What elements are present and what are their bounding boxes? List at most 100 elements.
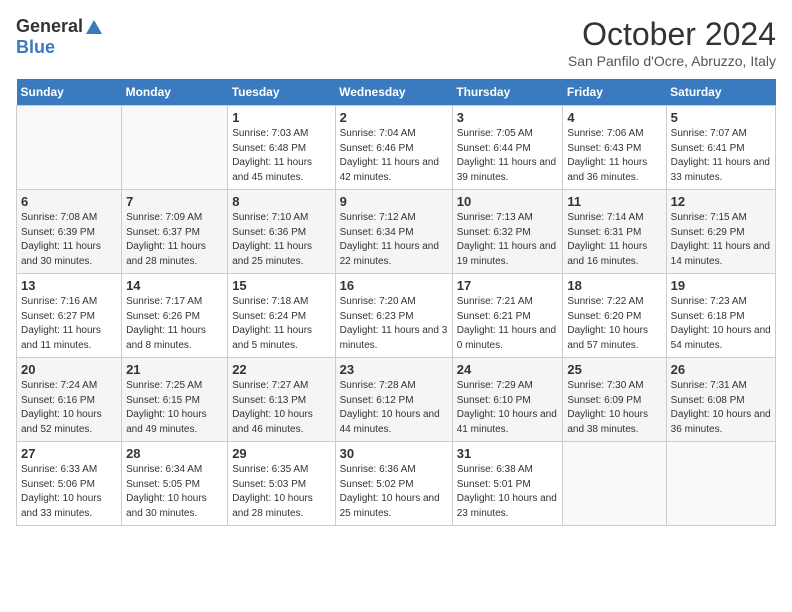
calendar-cell: 17 Sunrise: 7:21 AM Sunset: 6:21 PM Dayli… [452,274,563,358]
day-info: Sunrise: 7:03 AM Sunset: 6:48 PM Dayligh… [232,127,330,185]
day-number: 16 [340,278,448,293]
day-info: Sunrise: 7:21 AM Sunset: 6:21 PM Dayligh… [457,295,559,353]
header-day-thursday: Thursday [452,79,563,106]
day-number: 31 [457,446,559,461]
header-day-tuesday: Tuesday [228,79,335,106]
day-number: 20 [21,362,117,377]
day-info: Sunrise: 6:38 AM Sunset: 5:01 PM Dayligh… [457,463,559,521]
calendar-cell: 2Sunrise: 7:04 AM Sunset: 6:46 PM Daylig… [335,106,452,190]
day-info: Sunrise: 7:25 AM Sunset: 6:15 PM Dayligh… [126,379,223,437]
day-number: 14 [126,278,223,293]
calendar-cell [17,106,122,190]
day-number: 18 [567,278,661,293]
calendar-cell: 26 Sunrise: 7:31 AM Sunset: 6:08 PM Dayli… [666,358,775,442]
logo-general-text: General [16,16,83,37]
day-number: 5 [671,110,771,125]
header-day-saturday: Saturday [666,79,775,106]
calendar-cell: 11 Sunrise: 7:14 AM Sunset: 6:31 PM Dayli… [563,190,666,274]
day-number: 25 [567,362,661,377]
calendar-cell [666,442,775,526]
title-block: October 2024 San Panfilo d'Ocre, Abruzzo… [568,16,776,69]
day-number: 7 [126,194,223,209]
day-number: 28 [126,446,223,461]
day-number: 26 [671,362,771,377]
calendar-cell: 21 Sunrise: 7:25 AM Sunset: 6:15 PM Dayli… [122,358,228,442]
day-info: Sunrise: 7:24 AM Sunset: 6:16 PM Dayligh… [21,379,117,437]
calendar-cell: 28Sunrise: 6:34 AM Sunset: 5:05 PM Dayli… [122,442,228,526]
calendar-cell: 18 Sunrise: 7:22 AM Sunset: 6:20 PM Dayli… [563,274,666,358]
calendar-cell: 1 Sunrise: 7:03 AM Sunset: 6:48 PM Daylig… [228,106,335,190]
day-number: 24 [457,362,559,377]
day-number: 9 [340,194,448,209]
calendar-cell: 24 Sunrise: 7:29 AM Sunset: 6:10 PM Dayli… [452,358,563,442]
day-number: 1 [232,110,330,125]
logo: General Blue [16,16,105,58]
day-number: 23 [340,362,448,377]
day-number: 27 [21,446,117,461]
location-text: San Panfilo d'Ocre, Abruzzo, Italy [568,53,776,69]
header-day-friday: Friday [563,79,666,106]
day-info: Sunrise: 7:20 AM Sunset: 6:23 PM Dayligh… [340,295,448,353]
day-info: Sunrise: 7:06 AM Sunset: 6:43 PM Dayligh… [567,127,661,185]
calendar-cell: 10 Sunrise: 7:13 AM Sunset: 6:32 PM Dayli… [452,190,563,274]
day-info: Sunrise: 7:14 AM Sunset: 6:31 PM Dayligh… [567,211,661,269]
day-number: 6 [21,194,117,209]
calendar-cell: 12 Sunrise: 7:15 AM Sunset: 6:29 PM Dayli… [666,190,775,274]
calendar-cell: 23 Sunrise: 7:28 AM Sunset: 6:12 PM Dayli… [335,358,452,442]
day-info: Sunrise: 7:27 AM Sunset: 6:13 PM Dayligh… [232,379,330,437]
day-info: Sunrise: 7:17 AM Sunset: 6:26 PM Dayligh… [126,295,223,353]
calendar-week-row: 1 Sunrise: 7:03 AM Sunset: 6:48 PM Daylig… [17,106,776,190]
month-title: October 2024 [568,16,776,53]
calendar-cell: 27 Sunrise: 6:33 AM Sunset: 5:06 PM Dayli… [17,442,122,526]
logo-blue-text: Blue [16,37,55,58]
day-info: Sunrise: 7:18 AM Sunset: 6:24 PM Dayligh… [232,295,330,353]
page-header: General Blue October 2024 San Panfilo d'… [16,16,776,69]
day-info: Sunrise: 7:29 AM Sunset: 6:10 PM Dayligh… [457,379,559,437]
day-info: Sunrise: 7:28 AM Sunset: 6:12 PM Dayligh… [340,379,448,437]
day-info: Sunrise: 7:22 AM Sunset: 6:20 PM Dayligh… [567,295,661,353]
calendar-cell: 6 Sunrise: 7:08 AM Sunset: 6:39 PM Daylig… [17,190,122,274]
calendar-week-row: 27 Sunrise: 6:33 AM Sunset: 5:06 PM Dayli… [17,442,776,526]
day-info: Sunrise: 7:10 AM Sunset: 6:36 PM Dayligh… [232,211,330,269]
day-number: 30 [340,446,448,461]
day-number: 17 [457,278,559,293]
day-info: Sunrise: 7:09 AM Sunset: 6:37 PM Dayligh… [126,211,223,269]
day-number: 12 [671,194,771,209]
calendar-cell: 29Sunrise: 6:35 AM Sunset: 5:03 PM Dayli… [228,442,335,526]
day-info: Sunrise: 7:15 AM Sunset: 6:29 PM Dayligh… [671,211,771,269]
day-number: 22 [232,362,330,377]
day-info: Sunrise: 7:16 AM Sunset: 6:27 PM Dayligh… [21,295,117,353]
day-info: Sunrise: 7:23 AM Sunset: 6:18 PM Dayligh… [671,295,771,353]
day-number: 10 [457,194,559,209]
day-number: 21 [126,362,223,377]
header-day-sunday: Sunday [17,79,122,106]
day-number: 13 [21,278,117,293]
day-number: 15 [232,278,330,293]
day-info: Sunrise: 7:04 AM Sunset: 6:46 PM Dayligh… [340,127,448,185]
calendar-cell: 30 Sunrise: 6:36 AM Sunset: 5:02 PM Dayli… [335,442,452,526]
day-info: Sunrise: 7:31 AM Sunset: 6:08 PM Dayligh… [671,379,771,437]
calendar-cell: 15 Sunrise: 7:18 AM Sunset: 6:24 PM Dayli… [228,274,335,358]
day-info: Sunrise: 6:33 AM Sunset: 5:06 PM Dayligh… [21,463,117,521]
header-day-wednesday: Wednesday [335,79,452,106]
calendar-cell: 3 Sunrise: 7:05 AM Sunset: 6:44 PM Daylig… [452,106,563,190]
day-info: Sunrise: 6:36 AM Sunset: 5:02 PM Dayligh… [340,463,448,521]
calendar-cell: 22 Sunrise: 7:27 AM Sunset: 6:13 PM Dayli… [228,358,335,442]
day-info: Sunrise: 7:13 AM Sunset: 6:32 PM Dayligh… [457,211,559,269]
calendar-table: SundayMondayTuesdayWednesdayThursdayFrid… [16,79,776,526]
day-number: 8 [232,194,330,209]
calendar-cell: 13 Sunrise: 7:16 AM Sunset: 6:27 PM Dayli… [17,274,122,358]
calendar-cell [122,106,228,190]
calendar-cell: 16 Sunrise: 7:20 AM Sunset: 6:23 PM Dayli… [335,274,452,358]
calendar-cell: 5Sunrise: 7:07 AM Sunset: 6:41 PM Daylig… [666,106,775,190]
calendar-cell: 31 Sunrise: 6:38 AM Sunset: 5:01 PM Dayli… [452,442,563,526]
day-number: 11 [567,194,661,209]
day-number: 29 [232,446,330,461]
calendar-week-row: 13 Sunrise: 7:16 AM Sunset: 6:27 PM Dayli… [17,274,776,358]
day-info: Sunrise: 7:05 AM Sunset: 6:44 PM Dayligh… [457,127,559,185]
header-day-monday: Monday [122,79,228,106]
calendar-header-row: SundayMondayTuesdayWednesdayThursdayFrid… [17,79,776,106]
day-number: 3 [457,110,559,125]
day-info: Sunrise: 7:08 AM Sunset: 6:39 PM Dayligh… [21,211,117,269]
calendar-cell: 25Sunrise: 7:30 AM Sunset: 6:09 PM Dayli… [563,358,666,442]
